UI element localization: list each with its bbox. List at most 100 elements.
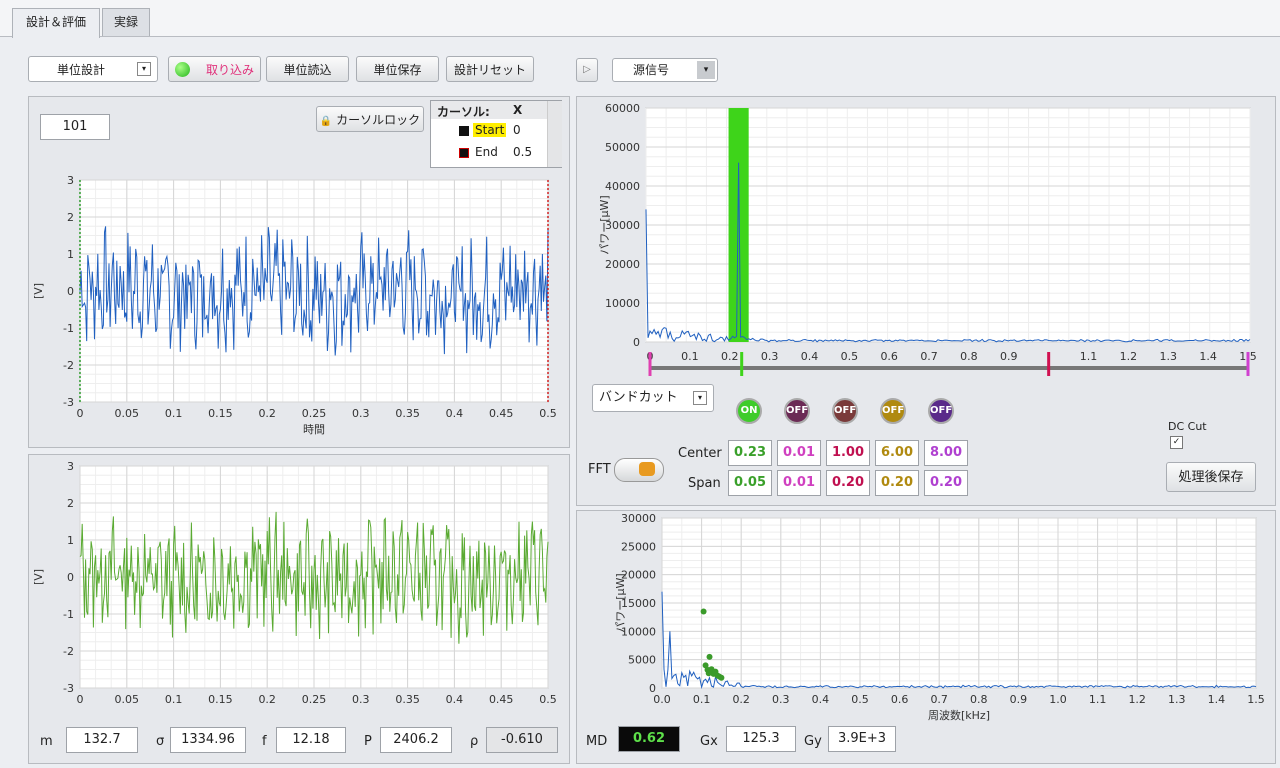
dc-cut-label: DC Cut xyxy=(1168,420,1207,433)
y-tick-label: 30000 xyxy=(621,512,656,525)
slider-tick-label: 0.9 xyxy=(1000,350,1018,363)
cursor-table-scrollbar[interactable] xyxy=(547,101,562,167)
cursor-header-x: X xyxy=(513,103,523,117)
slider-marker xyxy=(740,352,744,376)
span-field-0[interactable]: 0.05 xyxy=(728,470,772,496)
x-tick-label: 0.35 xyxy=(395,407,420,420)
gx-label: Gx xyxy=(700,734,718,749)
x-axis-label: 時間 xyxy=(303,423,325,436)
lock-icon: 🔒 xyxy=(319,116,333,127)
slider-tick-label: 0.2 xyxy=(721,350,739,363)
y-tick-label: 0 xyxy=(67,285,74,298)
count-field[interactable]: 101 xyxy=(40,114,110,140)
y-tick-label: -1 xyxy=(63,608,74,621)
x-tick-label: 0 xyxy=(77,693,84,706)
gx-field[interactable]: 125.3 xyxy=(726,726,796,752)
y-axis-label: [V] xyxy=(32,569,45,585)
span-field-3[interactable]: 0.20 xyxy=(875,470,919,496)
slider-tick-label: 0.6 xyxy=(880,350,898,363)
cursor-end-name[interactable]: End xyxy=(475,145,498,159)
dropdown-icon: ▾ xyxy=(137,62,151,76)
x-tick-label: 1.2 xyxy=(1128,693,1146,706)
x-tick-label: 0.3 xyxy=(352,407,370,420)
spectrum-chart[interactable]: 6000050000400003000020000100000パワー[μW] xyxy=(580,100,1272,370)
x-tick-label: 0.1 xyxy=(165,693,183,706)
slider-tick-label: 1.2 xyxy=(1120,350,1138,363)
filter-type-select[interactable]: バンドカット ▾ xyxy=(592,384,714,412)
save-button[interactable]: 単位保存 xyxy=(356,56,439,82)
y-tick-label: 40000 xyxy=(605,180,640,193)
filter-led-1[interactable]: OFF xyxy=(784,398,810,424)
y-tick-label: 60000 xyxy=(605,102,640,115)
x-tick-label: 0.5 xyxy=(539,693,557,706)
x-tick-label: 1.5 xyxy=(1247,693,1265,706)
tab-bar xyxy=(0,0,1280,37)
scatter-point xyxy=(700,608,707,615)
filter-led-0[interactable]: ON xyxy=(736,398,762,424)
span-field-1[interactable]: 0.01 xyxy=(777,470,821,496)
x-tick-label: 0.25 xyxy=(302,407,327,420)
slider-marker xyxy=(648,352,652,376)
sigma-label: σ xyxy=(156,734,165,749)
slider-tick-label: 0.1 xyxy=(681,350,699,363)
center-field-0[interactable]: 0.23 xyxy=(728,440,772,466)
y-tick-label: 0 xyxy=(67,571,74,584)
play-icon[interactable]: ▷ xyxy=(576,58,598,82)
span-field-2[interactable]: 0.20 xyxy=(826,470,870,496)
save-processed-button[interactable]: 処理後保存 xyxy=(1166,462,1256,492)
filter-led-4[interactable]: OFF xyxy=(928,398,954,424)
x-tick-label: 0.5 xyxy=(539,407,557,420)
dropdown-icon: ▾ xyxy=(697,61,715,79)
x-tick-label: 0.8 xyxy=(970,693,988,706)
time-waveform-chart[interactable]: 3210-1-2-30 0.05 0.1 0.15 0.2 0.25 0.3 0.35 0.4 0… xyxy=(30,172,568,446)
cursor-start-name[interactable]: Start xyxy=(473,123,507,137)
reset-button[interactable]: 設計リセット xyxy=(446,56,534,82)
cursor-lock-button[interactable]: 🔒 カーソルロック xyxy=(316,106,424,132)
cursor-end-x[interactable]: 0.5 xyxy=(513,145,532,159)
scatter-point xyxy=(706,653,713,660)
center-field-2[interactable]: 1.00 xyxy=(826,440,870,466)
span-field-4[interactable]: 0.20 xyxy=(924,470,968,496)
p-field[interactable]: 2406.2 xyxy=(380,727,452,753)
slider-marker xyxy=(1246,352,1250,376)
load-button[interactable]: 単位読込 xyxy=(266,56,349,82)
slider-tick-label: 0.8 xyxy=(960,350,978,363)
center-field-1[interactable]: 0.01 xyxy=(777,440,821,466)
p-label: P xyxy=(364,734,372,749)
y-tick-label: -2 xyxy=(63,645,74,658)
sigma-field[interactable]: 1334.96 xyxy=(170,727,246,753)
capture-button[interactable]: 取り込み xyxy=(168,56,261,82)
x-tick-label: 0.4 xyxy=(812,693,830,706)
tab-record[interactable]: 実録 xyxy=(102,8,150,36)
y-tick-label: 3 xyxy=(67,174,74,187)
x-tick-label: 0.2 xyxy=(258,693,276,706)
center-field-3[interactable]: 6.00 xyxy=(875,440,919,466)
x-tick-label: 0.05 xyxy=(115,407,140,420)
m-field[interactable]: 132.7 xyxy=(66,727,138,753)
x-tick-label: 0.2 xyxy=(258,407,276,420)
y-tick-label: 3 xyxy=(67,460,74,473)
x-tick-label: 0.25 xyxy=(302,693,327,706)
mode-select[interactable]: 単位設計 ▾ xyxy=(28,56,158,82)
fft-toggle[interactable] xyxy=(614,458,664,482)
filter-led-3[interactable]: OFF xyxy=(880,398,906,424)
signal-select[interactable]: 源信号 ▾ xyxy=(612,58,718,82)
x-tick-label: 0.1 xyxy=(165,407,183,420)
frequency-range-slider[interactable]: 00.10.20.30.40.50.60.70.80.91.11.21.31.4… xyxy=(640,346,1258,386)
f-field[interactable]: 12.18 xyxy=(276,727,346,753)
x-tick-label: 0.4 xyxy=(446,693,464,706)
tab-design-eval[interactable]: 設計＆評価 xyxy=(12,8,100,38)
filter-led-2[interactable]: OFF xyxy=(832,398,858,424)
x-tick-label: 0.35 xyxy=(395,693,420,706)
x-tick-label: 1.4 xyxy=(1208,693,1226,706)
span-label: Span xyxy=(688,476,721,491)
scatter-point xyxy=(705,670,712,677)
y-tick-label: -3 xyxy=(63,682,74,695)
cursor-start-x[interactable]: 0 xyxy=(513,123,521,137)
scatter-point xyxy=(718,674,725,681)
center-field-4[interactable]: 8.00 xyxy=(924,440,968,466)
filtered-waveform-chart[interactable]: 3210-1-2-30 0.05 0.1 0.15 0.2 0.25 0.3 0.35 0.4 0… xyxy=(30,458,568,714)
gy-field[interactable]: 3.9E+3 xyxy=(828,726,896,752)
spectrum-scatter-chart[interactable]: 3000025000200001500010000500000.0 0.1 0.2 0… xyxy=(580,512,1272,732)
dc-cut-checkbox[interactable]: ✓ xyxy=(1170,436,1183,449)
